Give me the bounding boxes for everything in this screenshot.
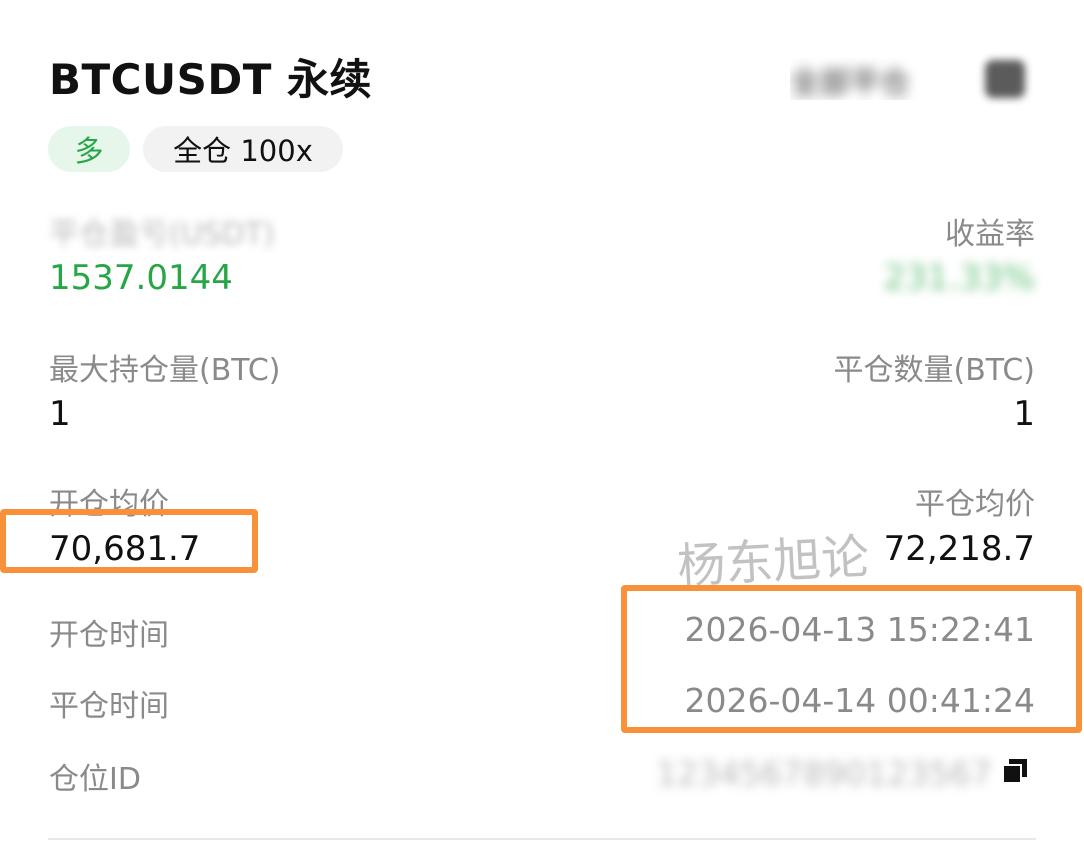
pnl-value: 1537.0144 [49, 258, 233, 298]
roi-value: 231.33% [883, 258, 1035, 298]
pnl-label: 平仓盈亏(USDT) [49, 217, 275, 252]
close-avg-value: 72,218.7 [883, 529, 1035, 569]
margin-mode-badge: 全仓 100x [143, 126, 343, 172]
max-position-label: 最大持仓量(BTC) [49, 353, 281, 388]
close-qty-label: 平仓数量(BTC) [833, 353, 1035, 388]
close-time-label: 平仓时间 [49, 689, 169, 724]
roi-label: 收益率 [945, 217, 1035, 252]
open-avg-highlight [0, 509, 258, 573]
position-detail-card: BTCUSDT 永续 全部平仓 多 全仓 100x 平仓盈亏(USDT) 153… [0, 0, 1084, 843]
page-title: BTCUSDT 永续 [49, 55, 372, 104]
side-badge: 多 [48, 126, 130, 172]
time-highlight [621, 585, 1082, 733]
close-qty-value: 1 [1013, 394, 1035, 434]
max-position-value: 1 [49, 394, 71, 434]
open-time-label: 开仓时间 [49, 618, 169, 653]
position-id-label: 仓位ID [49, 762, 141, 797]
copy-icon[interactable] [1000, 756, 1030, 786]
divider [48, 838, 1036, 840]
share-icon[interactable] [985, 60, 1025, 98]
close-avg-label: 平仓均价 [915, 487, 1035, 522]
position-id-value: 1234567890123567 [656, 754, 992, 793]
